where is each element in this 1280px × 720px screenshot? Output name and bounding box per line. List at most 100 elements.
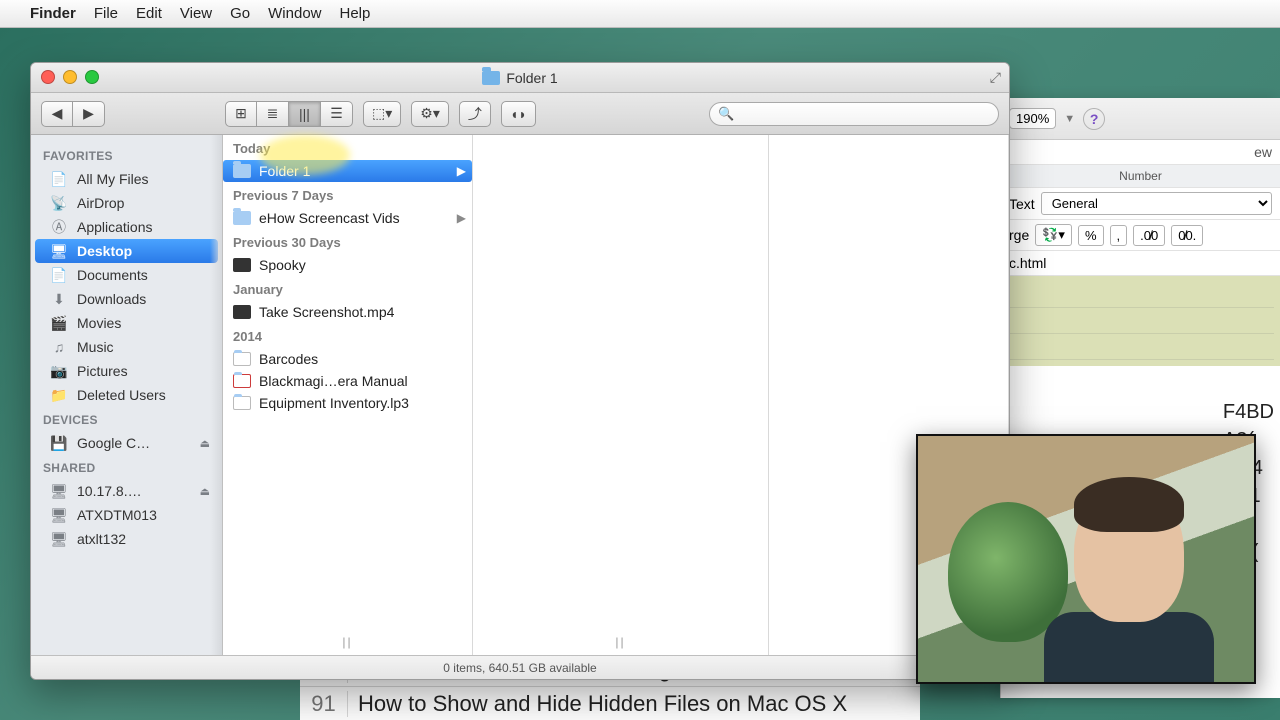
- tab-view[interactable]: ew: [1001, 140, 1280, 165]
- item-barcodes[interactable]: Barcodes: [223, 348, 472, 370]
- share-button[interactable]: ⤴: [459, 101, 491, 127]
- arrange-button[interactable]: ⬚▾: [363, 101, 401, 127]
- computer-icon: 🖥: [49, 531, 69, 547]
- column-2[interactable]: ||: [473, 135, 769, 655]
- nav-back-button[interactable]: ◀: [41, 101, 73, 127]
- close-window-button[interactable]: [41, 70, 55, 84]
- view-icons-button[interactable]: ⊞: [225, 101, 257, 127]
- doc-icon: [233, 352, 251, 366]
- edit-tags-button[interactable]: ◖◗: [501, 101, 536, 127]
- airdrop-icon: 📡: [49, 195, 69, 211]
- desktop-icon: 🖥: [49, 243, 69, 259]
- column-view: Today Folder 1▶ Previous 7 Days eHow Scr…: [223, 135, 1009, 655]
- menu-go[interactable]: Go: [230, 5, 250, 22]
- music-icon: ♫: [49, 339, 69, 355]
- view-coverflow-button[interactable]: ☰: [321, 101, 353, 127]
- view-list-button[interactable]: ≣: [257, 101, 289, 127]
- doc-icon: [233, 396, 251, 410]
- sidebar-shared-2[interactable]: 🖥atxlt132: [35, 527, 218, 551]
- sidebar-shared-1[interactable]: 🖥ATXDTM013: [35, 503, 218, 527]
- currency-button[interactable]: 💱▾: [1035, 224, 1072, 246]
- item-spooky[interactable]: Spooky: [223, 254, 472, 276]
- menu-edit[interactable]: Edit: [136, 5, 162, 22]
- group-prev30: Previous 30 Days: [223, 229, 472, 254]
- zoom-level[interactable]: 190%: [1009, 108, 1056, 129]
- label-merge: rge: [1009, 227, 1029, 243]
- title-bar[interactable]: Folder 1 ⤢: [31, 63, 1009, 93]
- item-folder-1[interactable]: Folder 1▶: [223, 160, 472, 182]
- folder-icon: [233, 164, 251, 178]
- eject-icon[interactable]: ⏏: [200, 437, 210, 450]
- eject-icon[interactable]: ⏏: [200, 485, 210, 498]
- app-name[interactable]: Finder: [30, 5, 76, 22]
- computer-icon: 🖥: [49, 483, 69, 499]
- minimize-window-button[interactable]: [63, 70, 77, 84]
- menu-help[interactable]: Help: [340, 5, 371, 22]
- downloads-icon: ⬇: [49, 291, 69, 307]
- column-resize-handle[interactable]: ||: [615, 635, 625, 649]
- help-icon[interactable]: ?: [1083, 108, 1105, 130]
- folder-icon: [233, 211, 251, 225]
- search-input[interactable]: 🔍: [709, 102, 999, 126]
- sidebar-all-my-files[interactable]: 📄All My Files: [35, 167, 218, 191]
- finder-window: Folder 1 ⤢ ◀ ▶ ⊞ ≣ ||| ☰ ⬚▾ ⚙▾ ⤴ ◖◗ 🔍 FA…: [30, 62, 1010, 680]
- column-resize-handle[interactable]: ||: [342, 635, 352, 649]
- nav-forward-button[interactable]: ▶: [73, 101, 105, 127]
- sidebar-movies[interactable]: 🎬Movies: [35, 311, 218, 335]
- sidebar-deleted-users[interactable]: 📁Deleted Users: [35, 383, 218, 407]
- sidebar-pictures[interactable]: 📷Pictures: [35, 359, 218, 383]
- shared-header: SHARED: [31, 455, 222, 479]
- sidebar-shared-0[interactable]: 🖥10.17.8.…⏏: [35, 479, 218, 503]
- chevron-right-icon: ▶: [457, 164, 466, 178]
- computer-icon: 🖥: [49, 507, 69, 523]
- window-title: Folder 1: [506, 70, 557, 86]
- folder-icon: 📁: [49, 387, 69, 403]
- item-ehow-vids[interactable]: eHow Screencast Vids▶: [223, 207, 472, 229]
- filename-cell: c.html: [1001, 251, 1280, 276]
- webcam-overlay: [916, 434, 1256, 684]
- sidebar-downloads[interactable]: ⬇Downloads: [35, 287, 218, 311]
- column-1[interactable]: Today Folder 1▶ Previous 7 Days eHow Scr…: [223, 135, 473, 655]
- menu-file[interactable]: File: [94, 5, 118, 22]
- group-prev7: Previous 7 Days: [223, 182, 472, 207]
- fullscreen-icon[interactable]: ⤢: [990, 69, 1001, 86]
- item-blackmagic-manual[interactable]: Blackmagi…era Manual: [223, 370, 472, 392]
- sidebar-desktop[interactable]: 🖥Desktop: [35, 239, 218, 263]
- view-columns-button[interactable]: |||: [289, 101, 321, 127]
- disk-icon: 💾: [49, 435, 69, 451]
- menu-view[interactable]: View: [180, 5, 212, 22]
- sidebar-documents[interactable]: 📄Documents: [35, 263, 218, 287]
- menu-window[interactable]: Window: [268, 5, 321, 22]
- pdf-icon: [233, 374, 251, 388]
- dec-decimal-button[interactable]: 0̸0.: [1171, 225, 1203, 246]
- title-folder-icon: [482, 71, 500, 85]
- all-my-files-icon: 📄: [49, 171, 69, 187]
- sidebar: FAVORITES 📄All My Files 📡AirDrop ⒶApplic…: [31, 135, 223, 655]
- item-equipment-inventory[interactable]: Equipment Inventory.lp3: [223, 392, 472, 414]
- number-format-select[interactable]: General: [1041, 192, 1272, 215]
- group-2014: 2014: [223, 323, 472, 348]
- number-group-header: Number: [1001, 165, 1280, 188]
- sidebar-music[interactable]: ♫Music: [35, 335, 218, 359]
- documents-icon: 📄: [49, 267, 69, 283]
- sidebar-device-google[interactable]: 💾Google C…⏏: [35, 431, 218, 455]
- applications-icon: Ⓐ: [49, 219, 69, 235]
- clip-icon: [233, 305, 251, 319]
- sidebar-airdrop[interactable]: 📡AirDrop: [35, 191, 218, 215]
- item-take-screenshot[interactable]: Take Screenshot.mp4: [223, 301, 472, 323]
- status-bar: 0 items, 640.51 GB available: [31, 655, 1009, 679]
- group-today: Today: [223, 135, 472, 160]
- devices-header: DEVICES: [31, 407, 222, 431]
- sidebar-applications[interactable]: ⒶApplications: [35, 215, 218, 239]
- search-icon: 🔍: [718, 106, 734, 122]
- group-january: January: [223, 276, 472, 301]
- action-button[interactable]: ⚙▾: [411, 101, 449, 127]
- comma-button[interactable]: ,: [1110, 225, 1128, 246]
- zoom-window-button[interactable]: [85, 70, 99, 84]
- percent-button[interactable]: %: [1078, 225, 1104, 246]
- inc-decimal-button[interactable]: .0̸0: [1133, 225, 1165, 246]
- menu-bar: Finder File Edit View Go Window Help: [0, 0, 1280, 28]
- movies-icon: 🎬: [49, 315, 69, 331]
- favorites-header: FAVORITES: [31, 143, 222, 167]
- clip-icon: [233, 258, 251, 272]
